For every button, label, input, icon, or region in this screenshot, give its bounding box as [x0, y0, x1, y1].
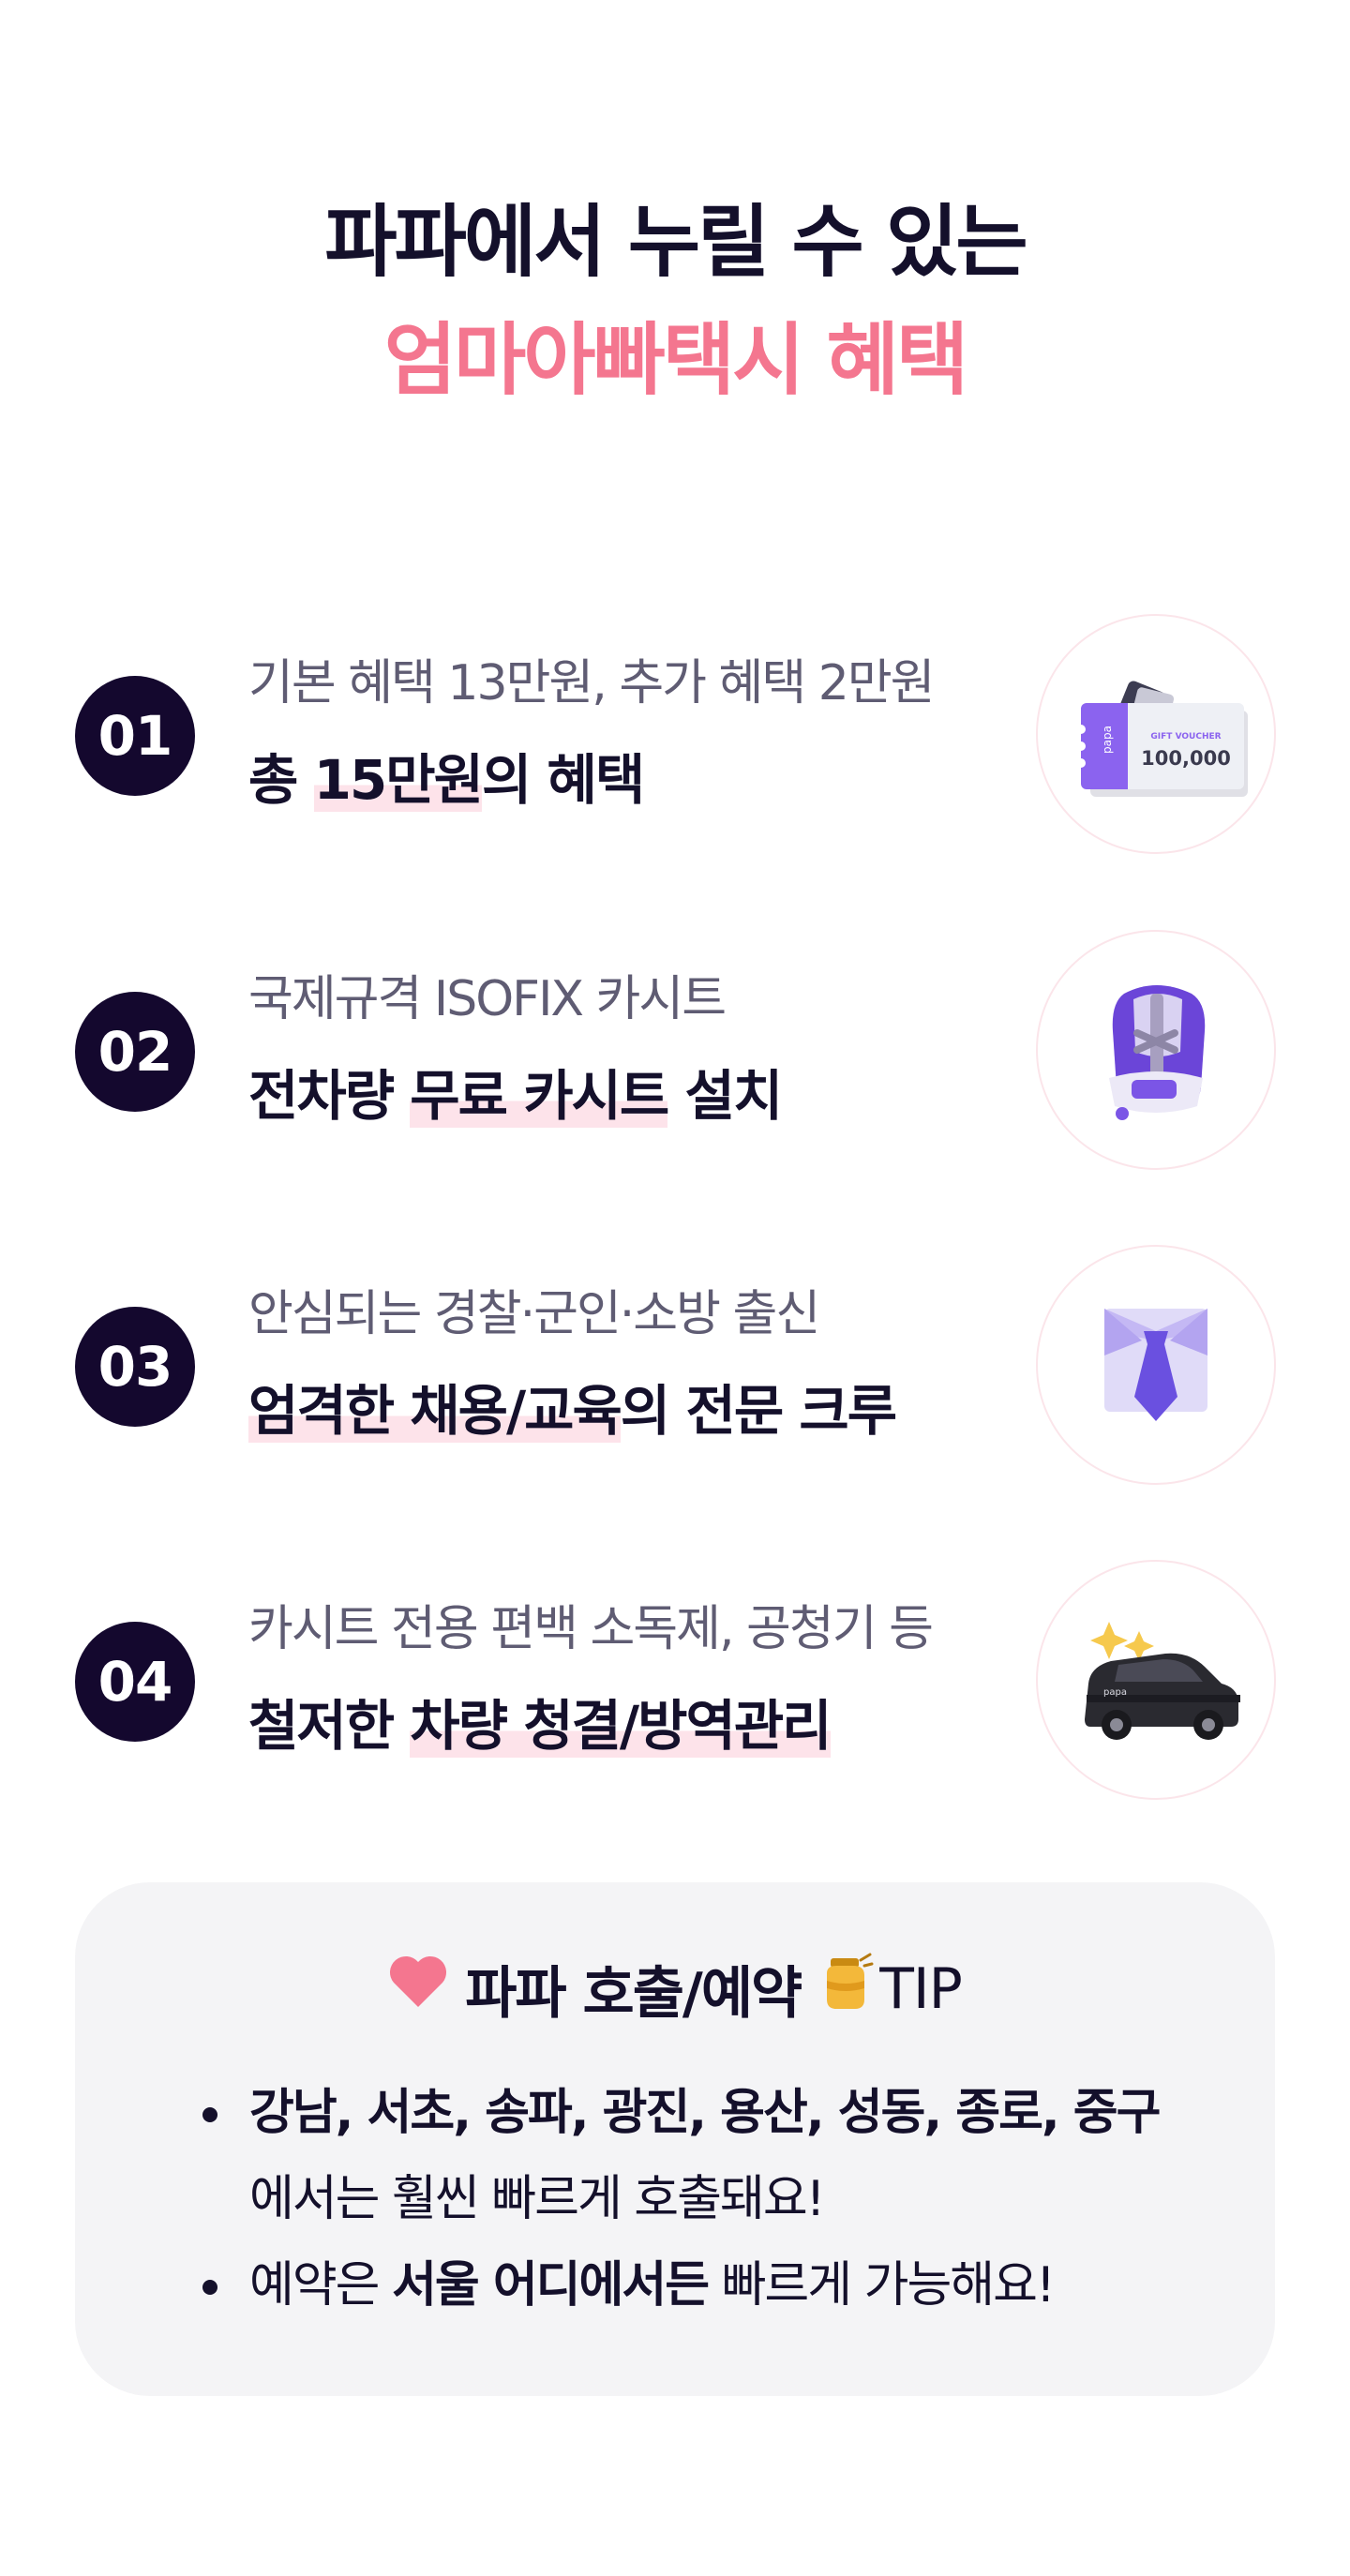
benefit-title: 엄격한 채용/교육의 전문 크루 [248, 1374, 897, 1447]
benefit-title-suffix: 의 전문 크루 [620, 1379, 897, 1443]
hero-title-line2: 엄마아빠택시 혜택 [383, 314, 969, 406]
benefit-subtitle: 안심되는 경찰·군인·소방 출신 [248, 1286, 820, 1342]
hero-title-line1: 파파에서 누릴 수 있는 [324, 196, 1028, 288]
voucher-brand: papa [1101, 726, 1114, 754]
tip-item: 예약은 서울 어디에서든 빠르게 가능해요! [202, 2242, 1243, 2329]
benefit-item-4: 04 카시트 전용 편백 소독제, 공청기 등 철저한 차량 청결/방역관리 p… [75, 1560, 1276, 1804]
benefit-item-1: 01 기본 혜택 13만원, 추가 혜택 2만원 총 15만원의 혜택 papa… [75, 614, 1276, 858]
benefit-title: 전차량 무료 카시트 설치 [248, 1059, 783, 1132]
heart-icon [388, 1954, 448, 2023]
tip-title: 파파 호출/예약 TIP [75, 1948, 1275, 2029]
benefit-number-badge: 01 [75, 676, 195, 796]
benefit-title-prefix: 총 [248, 748, 314, 812]
tip-item-bold: 강남, 서초, 송파, 광진, 용산, 성동, 종로, 중구 [249, 2085, 1161, 2141]
benefit-number-badge: 03 [75, 1307, 195, 1427]
benefit-item-3: 03 안심되는 경찰·군인·소방 출신 엄격한 채용/교육의 전문 크루 [75, 1245, 1276, 1489]
tip-item-text: 에서는 훨씬 빠르게 호출돼요! [249, 2171, 826, 2227]
voucher-label: GIFT VOUCHER [1150, 732, 1221, 741]
benefit-title-highlight: 15만원 [313, 748, 484, 812]
clean-car-icon: papa [1036, 1560, 1276, 1800]
benefit-number-badge: 02 [75, 992, 195, 1112]
tip-item-text: 예약은 [249, 2257, 393, 2314]
tip-item-bold: 서울 어디에서든 [392, 2257, 710, 2314]
tip-card: 파파 호출/예약 TIP 강남, 서초, 송파, 광진, 용산, 성동, 종로,… [75, 1882, 1275, 2396]
benefit-title-prefix: 전차량 [248, 1064, 411, 1128]
benefit-title-highlight: 무료 카시트 [410, 1064, 669, 1128]
benefit-title-prefix: 철저한 [248, 1694, 411, 1758]
tip-title-text: 파파 호출/예약 [465, 1961, 802, 2027]
benefit-subtitle: 기본 혜택 13만원, 추가 혜택 2만원 [248, 655, 936, 711]
car-seat-icon [1036, 930, 1276, 1170]
benefit-title: 총 15만원의 혜택 [248, 743, 645, 816]
benefit-title: 철저한 차량 청결/방역관리 [248, 1689, 832, 1762]
honey-jar-icon [818, 1953, 876, 2025]
benefit-title-suffix: 설치 [668, 1064, 783, 1128]
benefit-subtitle: 국제규격 ISOFIX 카시트 [248, 971, 727, 1027]
benefit-title-highlight: 차량 청결/방역관리 [410, 1694, 832, 1758]
tip-suffix-text: TIP [879, 1955, 963, 2022]
tip-item: 강남, 서초, 송파, 광진, 용산, 성동, 종로, 중구에서는 훨씬 빠르게… [202, 2070, 1243, 2242]
benefit-number-badge: 04 [75, 1622, 195, 1742]
gift-voucher-icon: papa GIFT VOUCHER 100,000 [1036, 614, 1276, 854]
tip-suffix-group: TIP [818, 1953, 963, 2025]
shirt-tie-icon [1036, 1245, 1276, 1485]
benefit-subtitle: 카시트 전용 편백 소독제, 공청기 등 [248, 1601, 934, 1657]
benefit-title-highlight: 엄격한 채용/교육 [248, 1379, 622, 1443]
hero-title: 파파에서 누릴 수 있는 엄마아빠택시 혜택 [0, 183, 1350, 419]
tip-list: 강남, 서초, 송파, 광진, 용산, 성동, 종로, 중구에서는 훨씬 빠르게… [202, 2070, 1243, 2329]
tip-item-text: 빠르게 가능해요! [708, 2257, 1056, 2314]
benefit-title-suffix: 의 혜택 [482, 748, 645, 812]
car-brand-label: papa [1103, 1687, 1127, 1698]
voucher-amount: 100,000 [1141, 747, 1231, 770]
benefit-item-2: 02 국제규격 ISOFIX 카시트 전차량 무료 카시트 설치 [75, 930, 1276, 1174]
